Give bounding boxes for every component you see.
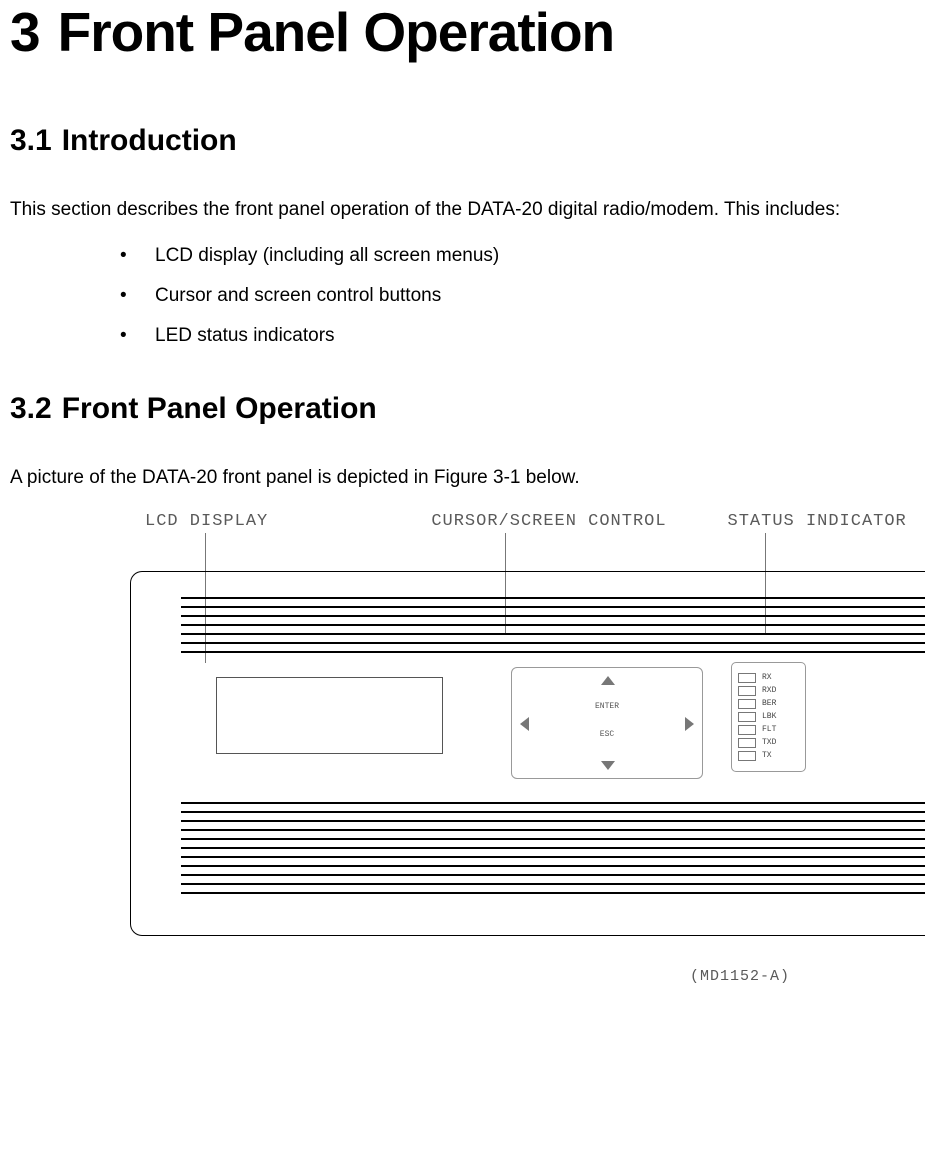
section-3-2-intro: A picture of the DATA-20 front panel is … <box>10 466 925 491</box>
led-icon <box>738 738 756 748</box>
section-3-1-intro: This section describes the front panel o… <box>10 198 925 223</box>
vent-lines-bottom <box>181 802 925 901</box>
intro-bullet-list: LCD display (including all screen menus)… <box>10 245 925 347</box>
led-label: TXD <box>762 738 776 747</box>
section-3-2-number: 3.2 <box>10 392 52 425</box>
led-icon <box>738 686 756 696</box>
enter-button-label: ENTER <box>512 702 702 711</box>
lcd-display-icon <box>216 677 443 754</box>
arrow-left-icon <box>520 717 529 731</box>
section-3-2-title: Front Panel Operation <box>62 392 377 425</box>
led-row: TX <box>738 749 799 762</box>
callout-lcd-display: LCD DISPLAY <box>145 512 431 531</box>
led-icon <box>738 751 756 761</box>
callout-cursor-control: CURSOR/SCREEN CONTROL <box>431 512 727 531</box>
led-icon <box>738 699 756 709</box>
led-row: TXD <box>738 736 799 749</box>
section-3-1-number: 3.1 <box>10 124 52 157</box>
led-row: RX <box>738 671 799 684</box>
arrow-down-icon <box>601 761 615 770</box>
section-3-1-title: Introduction <box>62 124 237 157</box>
arrow-up-icon <box>601 676 615 685</box>
led-row: LBK <box>738 710 799 723</box>
led-icon <box>738 725 756 735</box>
chapter-number: 3 <box>10 1 40 63</box>
figure-callout-labels: LCD DISPLAY CURSOR/SCREEN CONTROL STATUS… <box>145 512 925 531</box>
led-row: BER <box>738 697 799 710</box>
status-indicator-block: RX RXD BER LBK FLT TXD TX <box>731 662 806 772</box>
led-label: LBK <box>762 712 776 721</box>
led-label: TX <box>762 751 772 760</box>
list-item: LED status indicators <box>120 325 925 347</box>
list-item: LCD display (including all screen menus) <box>120 245 925 267</box>
led-label: BER <box>762 699 776 708</box>
esc-button-label: ESC <box>512 730 702 739</box>
arrow-right-icon <box>685 717 694 731</box>
section-3-2-heading: 3.2 Front Panel Operation <box>10 392 925 426</box>
chapter-heading: 3 Front Panel Operation <box>10 0 925 64</box>
callout-status-indicator: STATUS INDICATOR <box>728 512 925 531</box>
vent-lines-top <box>181 597 925 660</box>
led-label: FLT <box>762 725 776 734</box>
led-label: RXD <box>762 686 776 695</box>
led-label: RX <box>762 673 772 682</box>
drawing-id: (MD1152-A) <box>10 968 790 985</box>
chapter-title: Front Panel Operation <box>58 1 615 63</box>
section-3-1-heading: 3.1 Introduction <box>10 124 925 158</box>
front-panel-figure: LCD DISPLAY CURSOR/SCREEN CONTROL STATUS… <box>10 512 925 985</box>
led-icon <box>738 712 756 722</box>
led-row: RXD <box>738 684 799 697</box>
led-icon <box>738 673 756 683</box>
figure-leader-lines <box>145 531 925 571</box>
led-row: FLT <box>738 723 799 736</box>
front-panel-outline: ENTER ESC RX RXD BER LBK FLT TXD TX <box>130 571 925 936</box>
cursor-control-block: ENTER ESC <box>511 667 703 779</box>
list-item: Cursor and screen control buttons <box>120 285 925 307</box>
